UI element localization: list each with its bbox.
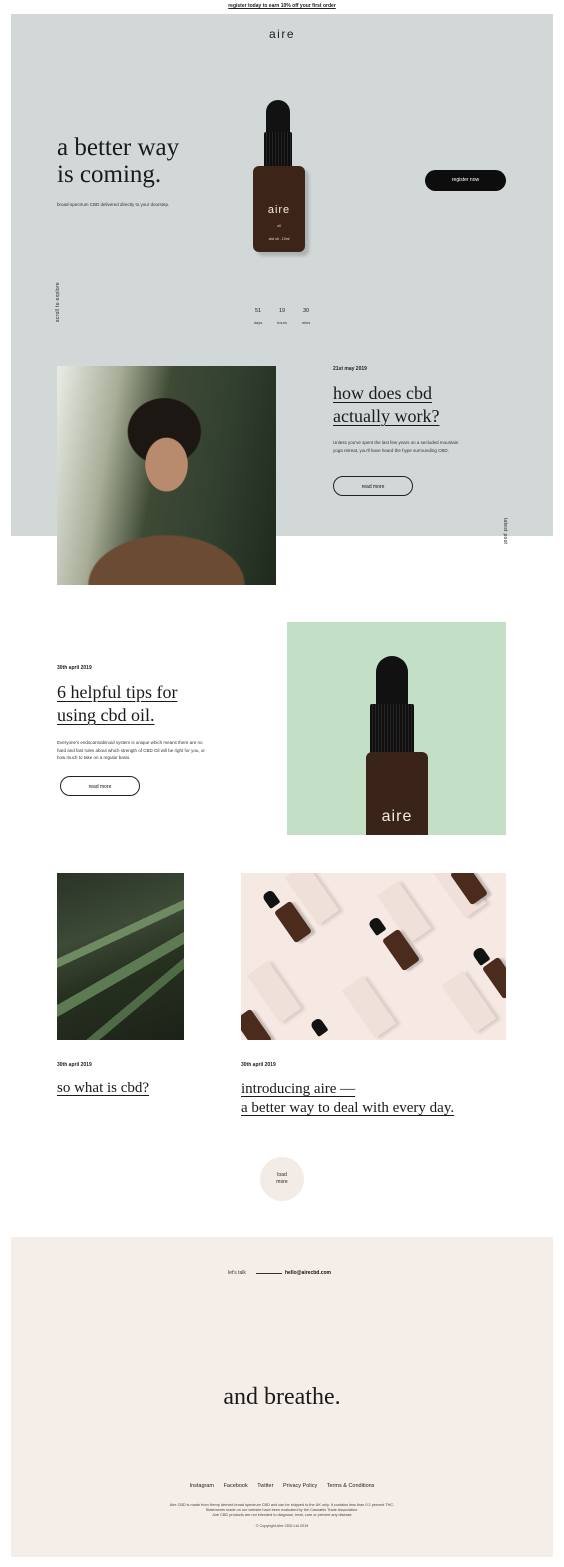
dropper-cap	[370, 704, 414, 756]
introducing-aire-title-line-1: introducing aire —	[241, 1081, 356, 1097]
tips-post-excerpt: Everyone's endocannabinoid system is uni…	[57, 740, 205, 760]
countdown-hours-unit: hours	[276, 320, 287, 325]
product-cap	[261, 889, 281, 909]
tips-post-title[interactable]: 6 helpful tips for using cbd oil.	[57, 681, 227, 727]
what-is-cbd-post-date: 30th april 2019	[57, 1062, 92, 1068]
footer-nav: Instagram Facebook Twitter Privacy Polic…	[0, 1483, 564, 1489]
scroll-to-explore-label[interactable]: scroll to explore	[55, 282, 61, 322]
footer-link-twitter[interactable]: Twitter	[257, 1483, 273, 1489]
what-is-cbd-post-title[interactable]: so what is cbd?	[57, 1080, 149, 1097]
footer-link-privacy-policy[interactable]: Privacy Policy	[283, 1483, 317, 1489]
hero-title: a better way is coming.	[57, 134, 237, 188]
dropper-cap	[264, 132, 292, 168]
promo-link[interactable]: register today to earn 10% off your firs…	[0, 3, 564, 9]
countdown-days-unit: days	[253, 320, 263, 325]
load-more-line-1: load	[277, 1172, 287, 1178]
introducing-aire-post-date: 30th april 2019	[241, 1062, 276, 1068]
register-now-button[interactable]: register now	[425, 170, 506, 191]
divider-line	[256, 1273, 282, 1274]
dropper-bulb	[376, 656, 408, 708]
introducing-aire-title-line-2: a better way to deal with every day.	[241, 1100, 455, 1116]
footer-link-facebook[interactable]: Facebook	[224, 1483, 248, 1489]
product-box	[246, 960, 302, 1024]
contact-email-link[interactable]: hello@airecbd.com	[285, 1270, 331, 1276]
tips-post-image[interactable]: aire	[287, 622, 506, 835]
hero-title-line-2: is coming.	[57, 161, 162, 188]
legal-line-3: Aire CBD products are not intended to di…	[212, 1513, 352, 1517]
copyright-text: © Copyright Aire CBD Ltd 2019	[255, 1524, 309, 1528]
latest-post-image[interactable]	[57, 366, 276, 585]
load-more-line-2: more	[276, 1179, 288, 1185]
footer-tagline: and breathe.	[223, 1384, 341, 1410]
product-cap	[309, 1017, 329, 1037]
tips-post-title-line-1: 6 helpful tips for	[57, 682, 178, 702]
latest-post-title[interactable]: how does cbd actually work?	[333, 382, 503, 428]
introducing-aire-post-title[interactable]: introducing aire — a better way to deal …	[241, 1080, 491, 1118]
footer-link-instagram[interactable]: Instagram	[190, 1483, 214, 1489]
countdown-hours-value: 19	[278, 308, 286, 314]
tips-read-more-button[interactable]: read more	[60, 776, 140, 796]
dropper-bulb	[266, 100, 290, 136]
what-is-cbd-post-image[interactable]	[57, 873, 184, 1040]
load-more-button[interactable]: load more	[260, 1157, 304, 1201]
footer-link-terms[interactable]: Terms & Conditions	[327, 1483, 375, 1489]
latest-post-date: 21st may 2019	[333, 366, 367, 372]
product-box	[441, 970, 497, 1034]
latest-read-more-button[interactable]: read more	[333, 476, 413, 496]
latest-post-title-line-1: how does cbd	[333, 383, 432, 403]
legal-disclaimer: Aire CBD is made from Hemp derived broad…	[0, 1503, 564, 1518]
bottle-size-label: cbd oil - 10ml	[268, 237, 290, 241]
countdown-days-value: 51	[254, 308, 262, 314]
latest-post-excerpt: Unless you've spent the last few years o…	[333, 440, 459, 453]
product-bottle	[241, 1008, 273, 1040]
hero-subtitle: broad-spectrum CBD delivered directly to…	[57, 202, 170, 207]
countdown-mins-value: 30	[302, 308, 310, 314]
countdown-mins-unit: mins	[301, 320, 311, 325]
latest-post-label: latest post	[502, 518, 508, 545]
latest-post-title-line-2: actually work?	[333, 406, 440, 426]
introducing-aire-post-image[interactable]	[241, 873, 506, 1040]
hero-product-bottle: aire oil cbd oil - 10ml	[251, 100, 307, 256]
product-box	[376, 880, 432, 944]
product-box	[341, 975, 397, 1039]
lets-talk-label: let's talk	[228, 1270, 246, 1276]
bottle-brand-label: aire	[267, 204, 291, 216]
hero-title-line-1: a better way	[57, 134, 180, 161]
tips-post-title-line-2: using cbd oil.	[57, 705, 155, 725]
bottle-brand-label: aire	[381, 808, 413, 825]
site-logo[interactable]: aire	[0, 27, 564, 41]
tips-post-date: 30th april 2019	[57, 665, 92, 671]
bottle-type-label: oil	[277, 224, 281, 228]
product-bottle	[481, 956, 506, 1000]
product-cap	[367, 916, 387, 936]
